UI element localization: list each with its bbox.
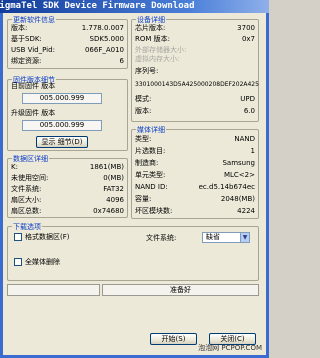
device-row: 模式: UPD <box>135 95 255 104</box>
data-row: 未使用空间: 0(MB) <box>11 174 124 183</box>
data-value: 0x74680 <box>93 207 124 215</box>
info-row: 版本: 1.778.0.007 <box>11 24 124 33</box>
current-firmware-field: 005.000.999 <box>22 93 102 104</box>
info-row: 基于SDK: SDK5.000 <box>11 35 124 44</box>
device-key: 虚拟内存大小: <box>135 55 180 63</box>
serial-label: 序列号: <box>135 67 159 75</box>
data-value: FAT32 <box>103 185 124 193</box>
start-button[interactable]: 开始(S) <box>150 333 197 345</box>
format-data-checkbox[interactable] <box>14 233 22 241</box>
media-row: 片选数目: 1 <box>135 147 255 156</box>
file-system-select[interactable]: 缺省 ▼ <box>202 232 250 243</box>
device-key: 芯片版本: <box>135 24 166 32</box>
info-value: SDK5.000 <box>89 35 124 43</box>
device-row: 外部存储器大小: <box>135 46 255 55</box>
data-key: K: <box>11 163 18 171</box>
media-key: 类型: <box>135 135 152 143</box>
upgrade-firmware-field: 005.000.999 <box>22 120 102 131</box>
media-row: 制造商: Samsung <box>135 159 255 168</box>
media-key: 制造商: <box>135 159 159 167</box>
data-row: 扇区大小: 4096 <box>11 196 124 205</box>
main-window: 更新软件信息 版本: 1.778.0.007 基于SDK: SDK5.000 USB… <box>0 13 269 358</box>
media-key: 坏区模块数: <box>135 207 173 215</box>
info-key: USB Vid_Pid: <box>11 46 55 54</box>
media-key: 片选数目: <box>135 147 166 155</box>
data-key: 未使用空间: <box>11 174 49 182</box>
device-row: 版本: 6.0 <box>135 107 255 116</box>
download-options-title: 下载选项 <box>12 222 42 232</box>
window-title: SigmaTel SDK Device Firmware Download <box>0 1 195 11</box>
info-row: 绑定资源: 6 <box>11 57 124 66</box>
media-key: 单元类型: <box>135 171 166 179</box>
info-row: USB Vid_Pid: 066F_A010 <box>11 46 124 55</box>
device-value: UPD <box>240 95 255 103</box>
info-value: 6 <box>119 57 124 65</box>
device-value: 0x7 <box>241 35 255 43</box>
data-row: 扇区总数: 0x74680 <box>11 207 124 216</box>
media-value: Samsung <box>222 159 255 167</box>
device-key: 外部存储器大小: <box>135 46 187 54</box>
data-value: 0(MB) <box>103 174 124 182</box>
media-value: 1 <box>250 147 255 155</box>
media-value: NAND <box>234 135 255 143</box>
media-value: 4224 <box>237 207 255 215</box>
serial-value: 3301000143D5A425000208DEF202A425 <box>135 81 259 88</box>
erase-all-label[interactable]: 全媒体删除 <box>25 258 60 267</box>
format-data-label[interactable]: 格式数据区(F) <box>25 233 70 242</box>
firmware-version-group: 固件版本细节 目前固件 版本 005.000.999 升级固件 版本 005.0… <box>7 75 128 151</box>
title-bar: SigmaTel SDK Device Firmware Download <box>0 0 269 13</box>
media-key: 容量: <box>135 195 152 203</box>
file-system-value: 缺省 <box>206 233 220 241</box>
device-key: 模式: <box>135 95 152 103</box>
media-row: NAND ID: ec.d5.14b674ec <box>135 183 255 192</box>
media-row: 类型: NAND <box>135 135 255 144</box>
device-info-group: 设备详细 芯片版本: 3700 ROM 版本: 0x7 外部存储器大小: 虚拟内存大… <box>131 15 259 122</box>
info-key: 绑定资源: <box>11 57 42 65</box>
device-value: 6.0 <box>243 107 255 115</box>
device-row: 虚拟内存大小: <box>135 55 255 64</box>
data-area-group: 数据区详细 K: 1861(MB) 未使用空间: 0(MB) 文件系统: FAT32 … <box>7 154 128 218</box>
media-key: NAND ID: <box>135 183 168 191</box>
data-row: 文件系统: FAT32 <box>11 185 124 194</box>
data-key: 文件系统: <box>11 185 42 193</box>
data-value: 4096 <box>106 196 124 204</box>
data-key: 扇区大小: <box>11 196 42 204</box>
device-key: 版本: <box>135 107 152 115</box>
device-row: ROM 版本: 0x7 <box>135 35 255 44</box>
data-key: 扇区总数: <box>11 207 42 215</box>
chevron-down-icon[interactable]: ▼ <box>240 233 249 242</box>
media-info-title: 媒体详细 <box>136 125 166 135</box>
media-value: ec.d5.14b674ec <box>198 183 255 191</box>
media-row: 容量: 2048(MB) <box>135 195 255 204</box>
device-value: 3700 <box>237 24 255 32</box>
data-row: K: 1861(MB) <box>11 163 124 172</box>
media-row: 单元类型: MLC<2> <box>135 171 255 180</box>
info-value: 066F_A010 <box>84 46 124 54</box>
file-system-label: 文件系统: <box>146 234 177 242</box>
device-row: 芯片版本: 3700 <box>135 24 255 33</box>
status-bar: 准备好 <box>102 284 259 296</box>
show-details-button[interactable]: 显示 细节(D) <box>36 136 88 148</box>
info-key: 基于SDK: <box>11 35 42 43</box>
media-info-group: 媒体详细 类型: NAND 片选数目: 1 制造商: Samsung 单元类型: MLC… <box>131 125 259 219</box>
media-value: MLC<2> <box>223 171 255 179</box>
erase-all-checkbox[interactable] <box>14 258 22 266</box>
info-value: 1.778.0.007 <box>81 24 124 32</box>
device-key: ROM 版本: <box>135 35 170 43</box>
upgrade-firmware-label: 升级固件 版本 <box>11 109 56 117</box>
data-value: 1861(MB) <box>89 163 124 171</box>
info-key: 版本: <box>11 24 28 32</box>
progress-bar-left <box>7 284 100 296</box>
watermark: 泡泡网 PCPOP.COM <box>198 344 262 352</box>
download-options-group: 下载选项 格式数据区(F) 文件系统: 缺省 ▼ 全媒体删除 <box>7 222 259 281</box>
media-row: 坏区模块数: 4224 <box>135 207 255 216</box>
update-info-group: 更新软件信息 版本: 1.778.0.007 基于SDK: SDK5.000 USB… <box>7 15 128 69</box>
media-value: 2048(MB) <box>220 195 255 203</box>
current-firmware-label: 目前固件 版本 <box>11 82 56 90</box>
